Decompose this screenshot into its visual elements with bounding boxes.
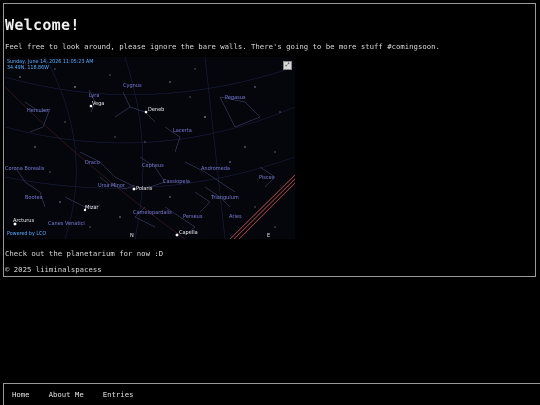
constellation-label: Canes Venatici: [48, 221, 85, 227]
copyright-text: © 2025 liiminalspacess: [5, 265, 102, 274]
constellation-label: Perseus: [183, 214, 203, 220]
constellation-label: Lacerta: [173, 128, 192, 134]
constellation-label: Camelopardalis: [133, 210, 172, 216]
constellation-label: Cepheus: [142, 163, 164, 169]
constellation-label: Cygnus: [123, 83, 142, 89]
planetarium-datetime: Sunday, June 14, 2026 11:05:23 AM 34.49N…: [7, 60, 93, 72]
sky-map[interactable]: Cygnus Lyra Hercules Pegasus Lacerta Dra…: [5, 57, 295, 239]
nav-entries-link[interactable]: Entries: [103, 390, 134, 399]
expand-icon[interactable]: ⤢: [283, 61, 292, 70]
star-label: Mizar: [85, 205, 99, 211]
constellation-label: Triangulum: [210, 195, 239, 201]
constellation-label: Cassiopeia: [163, 179, 190, 185]
constellation-label: Bootes: [25, 195, 43, 201]
planetarium-cta-text: Check out the planetarium for now :D: [5, 249, 164, 258]
intro-text: Feel free to look around, please ignore …: [5, 42, 440, 51]
star-label: Arcturus: [13, 218, 34, 224]
star-label: Deneb: [148, 107, 164, 113]
constellation-label: Lyra: [89, 93, 99, 99]
main-content-panel: Welcome! Feel free to look around, pleas…: [3, 3, 536, 277]
constellation-label: Pisces: [259, 175, 275, 181]
planetarium-widget[interactable]: Cygnus Lyra Hercules Pegasus Lacerta Dra…: [5, 57, 295, 239]
planetarium-credit[interactable]: Powered by LCO: [7, 232, 46, 237]
location-line: 34.49N, 118.86W: [7, 66, 49, 71]
constellation-label: Pegasus: [225, 95, 246, 101]
compass-north: N: [130, 233, 134, 239]
bottom-nav: Home About Me Entries: [3, 383, 540, 405]
compass-east: E: [267, 233, 270, 239]
nav-home-link[interactable]: Home: [12, 390, 30, 399]
page-title: Welcome!: [5, 16, 80, 34]
constellation-label: Aries: [229, 214, 242, 220]
constellation-label: Andromeda: [201, 166, 230, 172]
star-label: Capella: [179, 230, 198, 236]
nav-about-link[interactable]: About Me: [49, 390, 84, 399]
constellation-label: Hercules: [27, 108, 49, 114]
constellation-label: Corona Borealis: [5, 166, 45, 172]
constellation-label: Ursa Minor: [98, 183, 126, 189]
star-label: Vega: [92, 101, 104, 107]
star-label: Polaris: [136, 186, 153, 192]
constellation-label: Draco: [85, 160, 100, 166]
